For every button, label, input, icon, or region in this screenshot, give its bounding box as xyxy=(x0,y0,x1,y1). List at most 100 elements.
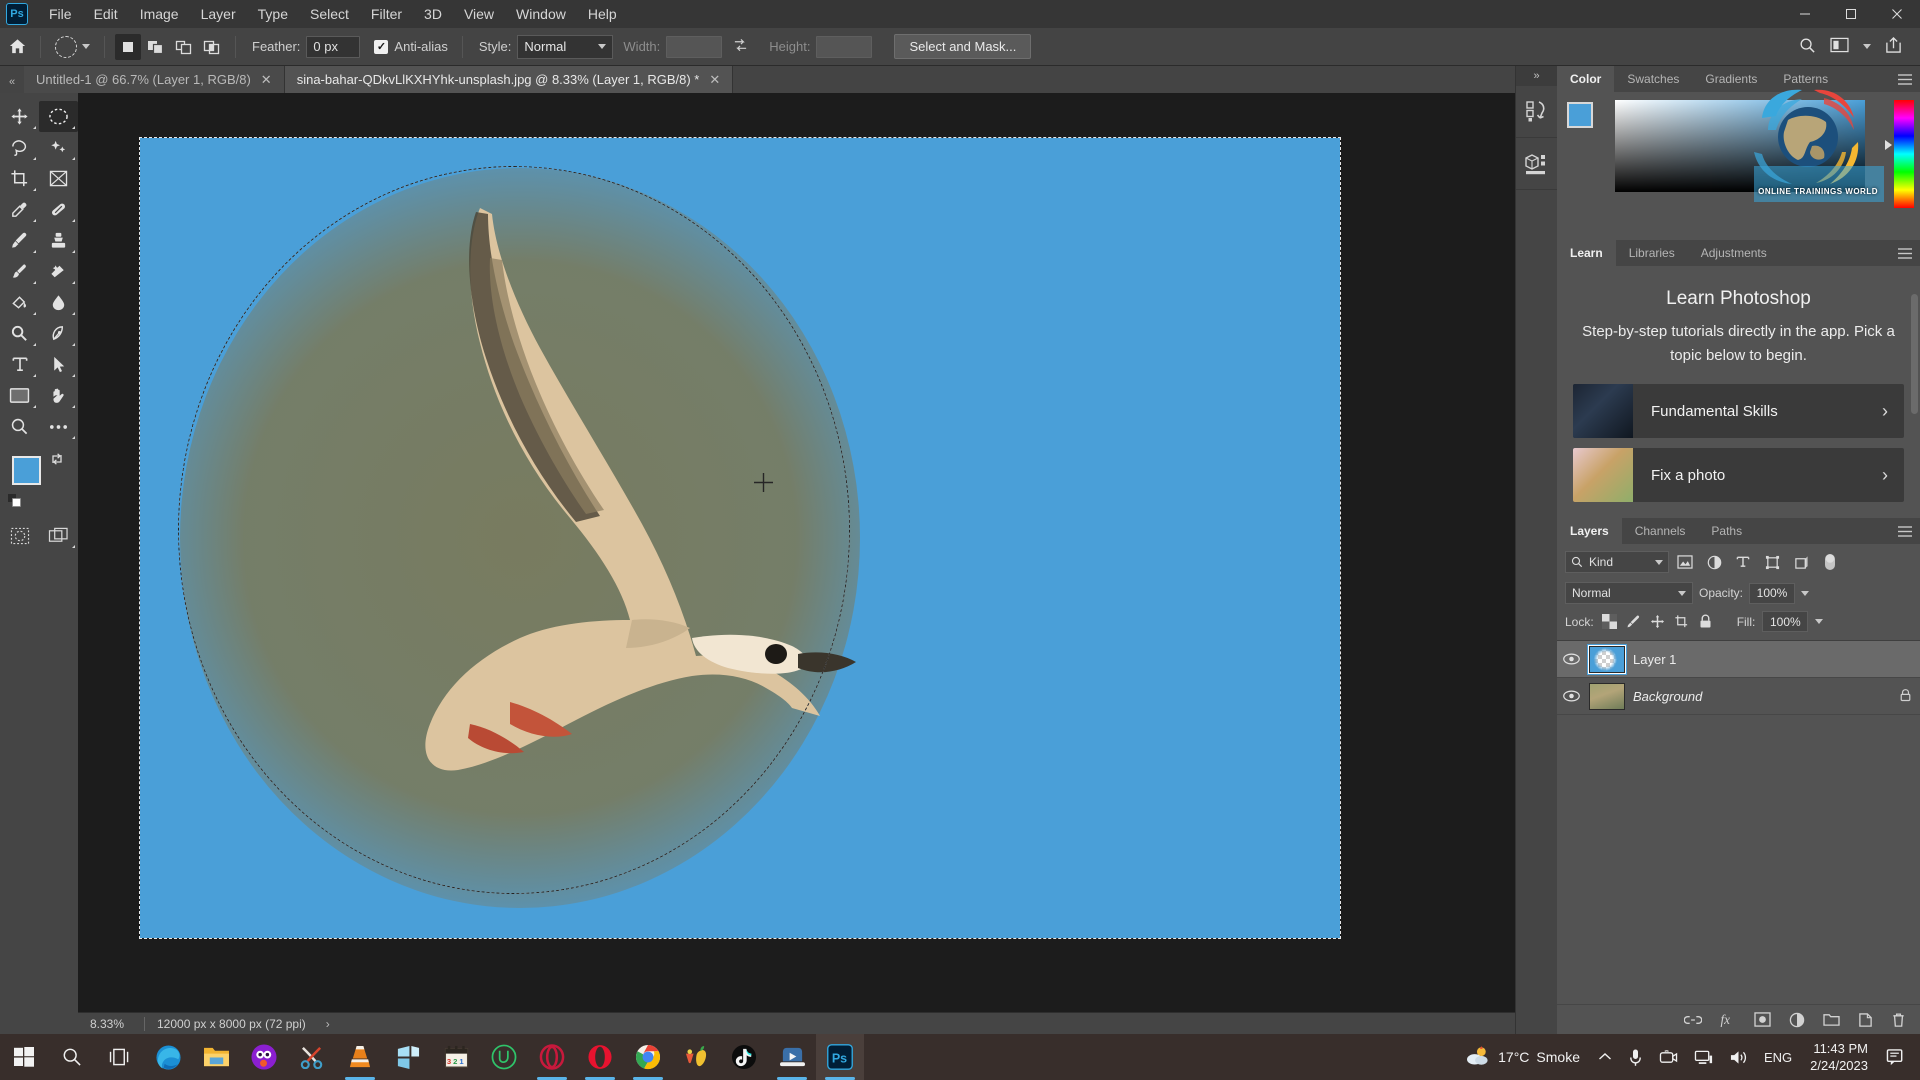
opacity-value[interactable]: 100% xyxy=(1749,582,1796,604)
taskbar-app-microsoft-store[interactable] xyxy=(384,1034,432,1080)
frame-tool[interactable] xyxy=(39,163,78,194)
language-indicator[interactable]: ENG xyxy=(1756,1050,1800,1065)
history-panel-icon[interactable] xyxy=(1516,86,1557,138)
menu-type[interactable]: Type xyxy=(247,0,299,28)
layer-mask-icon[interactable] xyxy=(1754,1012,1771,1027)
new-group-icon[interactable] xyxy=(1823,1012,1840,1027)
close-button[interactable] xyxy=(1874,0,1920,28)
learn-card-fundamental-skills[interactable]: Fundamental Skills › xyxy=(1573,384,1904,438)
properties-panel-icon[interactable] xyxy=(1516,138,1557,190)
select-and-mask-button[interactable]: Select and Mask... xyxy=(894,34,1032,59)
tab-color[interactable]: Color xyxy=(1557,66,1615,92)
hue-strip[interactable] xyxy=(1894,100,1914,208)
menu-view[interactable]: View xyxy=(453,0,505,28)
network-icon[interactable] xyxy=(1686,1049,1721,1066)
tab-layers[interactable]: Layers xyxy=(1557,518,1622,544)
menu-3d[interactable]: 3D xyxy=(413,0,453,28)
height-input[interactable] xyxy=(816,35,873,58)
tab-swatches[interactable]: Swatches xyxy=(1614,66,1693,92)
search-icon[interactable] xyxy=(1799,37,1816,57)
quick-mask-mode-icon[interactable] xyxy=(0,520,39,551)
edit-toolbar-tool[interactable] xyxy=(39,411,78,442)
foreground-color-swatch[interactable] xyxy=(12,456,41,485)
tool-preset-picker[interactable] xyxy=(47,35,98,58)
taskbar-app-calendar-app[interactable]: 321 xyxy=(432,1034,480,1080)
shape-layer-filter-icon[interactable] xyxy=(1759,551,1785,573)
lock-position-icon[interactable] xyxy=(1649,613,1666,630)
lock-image-pixels-icon[interactable] xyxy=(1625,613,1642,630)
chevron-down-icon[interactable] xyxy=(1815,619,1824,624)
close-icon[interactable]: ✕ xyxy=(261,72,272,88)
color-ramp[interactable] xyxy=(1615,100,1865,192)
menu-filter[interactable]: Filter xyxy=(360,0,413,28)
filter-toggle-icon[interactable] xyxy=(1817,551,1843,573)
blend-mode-select[interactable]: Normal xyxy=(1565,582,1693,604)
layer-visibility-icon[interactable] xyxy=(1561,653,1581,665)
smart-object-filter-icon[interactable] xyxy=(1788,551,1814,573)
new-selection-button[interactable] xyxy=(115,33,141,60)
document-tab-untitled-1[interactable]: Untitled-1 @ 66.7% (Layer 1, RGB/8) ✕ xyxy=(24,66,285,93)
link-layers-icon[interactable] xyxy=(1684,1014,1702,1026)
close-icon[interactable]: ✕ xyxy=(709,72,720,88)
foreground-color-swatch[interactable] xyxy=(1567,102,1593,128)
layer-thumbnail[interactable] xyxy=(1589,645,1625,673)
tab-libraries[interactable]: Libraries xyxy=(1615,240,1688,266)
tab-adjustments[interactable]: Adjustments xyxy=(1687,240,1780,266)
delete-layer-icon[interactable] xyxy=(1891,1012,1906,1028)
type-layer-filter-icon[interactable] xyxy=(1730,551,1756,573)
search-icon[interactable] xyxy=(48,1034,96,1080)
learn-panel-scrollbar[interactable] xyxy=(1911,294,1918,414)
taskbar-app-file-explorer[interactable] xyxy=(192,1034,240,1080)
lock-transparent-pixels-icon[interactable] xyxy=(1601,613,1618,630)
volume-icon[interactable] xyxy=(1721,1049,1756,1066)
layer-visibility-icon[interactable] xyxy=(1561,690,1581,702)
rectangle-tool[interactable] xyxy=(0,380,39,411)
maximize-button[interactable] xyxy=(1828,0,1874,28)
panel-menu-icon[interactable] xyxy=(1898,73,1912,88)
document-canvas[interactable] xyxy=(139,137,1341,939)
taskbar-app-opera-gx[interactable] xyxy=(528,1034,576,1080)
camera-icon[interactable] xyxy=(1651,1049,1686,1066)
taskbar-app-google-chrome[interactable] xyxy=(624,1034,672,1080)
show-hidden-icons-icon[interactable] xyxy=(1590,1052,1620,1062)
layer-style-icon[interactable]: fx xyxy=(1720,1012,1736,1028)
dodge-tool[interactable] xyxy=(0,318,39,349)
taskbar-app-app-purple[interactable] xyxy=(240,1034,288,1080)
layer-row-background[interactable]: Background xyxy=(1557,678,1920,715)
swap-width-height-icon[interactable] xyxy=(722,38,759,56)
add-to-selection-button[interactable] xyxy=(143,34,169,60)
default-colors-icon[interactable] xyxy=(8,494,21,507)
menu-layer[interactable]: Layer xyxy=(190,0,247,28)
pen-tool[interactable] xyxy=(39,318,78,349)
menu-edit[interactable]: Edit xyxy=(83,0,129,28)
task-view-icon[interactable] xyxy=(96,1034,144,1080)
notifications-icon[interactable] xyxy=(1878,1048,1914,1067)
layer-row-layer-1[interactable]: Layer 1 xyxy=(1557,641,1920,678)
lasso-tool[interactable] xyxy=(0,132,39,163)
move-tool[interactable] xyxy=(0,101,39,132)
swap-colors-icon[interactable] xyxy=(50,452,64,469)
taskbar-app-filmora[interactable] xyxy=(768,1034,816,1080)
home-icon[interactable] xyxy=(0,37,34,56)
style-select[interactable]: Normal xyxy=(517,34,614,59)
width-input[interactable] xyxy=(666,35,723,58)
taskbar-app-photoshop[interactable]: Ps xyxy=(816,1034,864,1080)
menu-window[interactable]: Window xyxy=(505,0,577,28)
eyedropper-tool[interactable] xyxy=(0,194,39,225)
crop-tool[interactable] xyxy=(0,163,39,194)
taskbar-clock[interactable]: 11:43 PM 2/24/2023 xyxy=(1800,1040,1878,1074)
status-expand-icon[interactable]: › xyxy=(318,1017,338,1031)
expand-panels-icon[interactable]: » xyxy=(1516,66,1557,86)
eraser-tool[interactable] xyxy=(39,256,78,287)
taskbar-app-fruit-app[interactable] xyxy=(672,1034,720,1080)
taskbar-app-microsoft-edge[interactable] xyxy=(144,1034,192,1080)
taskbar-app-iobit-uninstaller[interactable] xyxy=(480,1034,528,1080)
microphone-icon[interactable] xyxy=(1620,1048,1651,1067)
zoom-tool[interactable] xyxy=(0,411,39,442)
menu-file[interactable]: File xyxy=(38,0,83,28)
lock-all-icon[interactable] xyxy=(1697,613,1714,630)
object-selection-tool[interactable] xyxy=(39,132,78,163)
layer-filter-kind-select[interactable]: Kind xyxy=(1565,551,1669,573)
taskbar-app-opera-browser[interactable] xyxy=(576,1034,624,1080)
layer-thumbnail[interactable] xyxy=(1589,682,1625,710)
